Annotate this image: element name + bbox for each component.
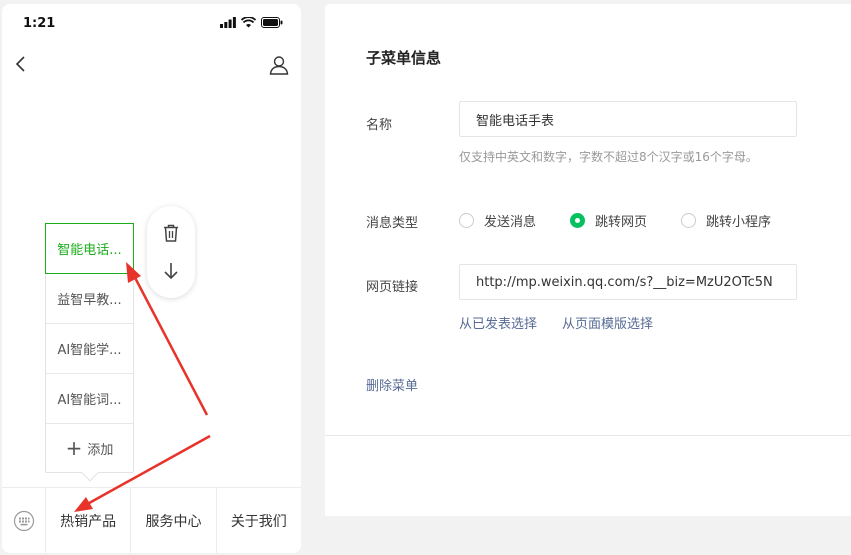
menu-tab-hot-products[interactable]: 热销产品 <box>46 487 132 553</box>
wifi-icon <box>241 17 256 28</box>
name-input-value: 智能电话手表 <box>476 113 555 129</box>
url-label: 网页链接 <box>366 280 419 295</box>
select-from-published-link[interactable]: 从已发表选择 <box>459 313 537 332</box>
menu-tab-about-us[interactable]: 关于我们 <box>217 488 301 554</box>
radio-button[interactable] <box>459 213 474 228</box>
menu-tab-service-center[interactable]: 服务中心 <box>131 487 217 553</box>
submenu-tools <box>147 206 195 298</box>
signal-icon <box>220 17 236 28</box>
select-from-template-link[interactable]: 从页面模版选择 <box>562 313 653 332</box>
status-time: 1:21 <box>23 16 56 31</box>
trash-icon[interactable] <box>160 222 182 244</box>
submenu-editor-panel: 子菜单信息 名称 智能电话手表 仅支持中英文和数字，字数不超过8个汉字或16个字… <box>325 4 851 436</box>
move-down-icon[interactable] <box>160 260 182 282</box>
message-type-label: 消息类型 <box>366 216 419 231</box>
radio-label: 发送消息 <box>484 215 537 230</box>
phone-preview: 1:21 智能电话... 益智早教... AI智能学... AI智能词... +… <box>2 4 301 553</box>
radio-button-checked[interactable] <box>570 213 586 228</box>
bottom-menu-bar: 热销产品 服务中心 关于我们 <box>2 487 301 553</box>
submenu-item[interactable]: 益智早教... <box>46 274 133 324</box>
radio-jump-miniprogram[interactable]: 跳转小程序 <box>681 211 771 230</box>
keyboard-icon[interactable] <box>2 487 46 553</box>
radio-button[interactable] <box>681 213 697 228</box>
delete-menu-link[interactable]: 删除菜单 <box>366 375 418 394</box>
status-icons <box>220 17 283 28</box>
url-input-value: http://mp.weixin.qq.com/s?__biz=MzU2OTc5… <box>476 274 773 290</box>
add-submenu-label: 添加 <box>87 442 114 458</box>
radio-send-message[interactable]: 发送消息 <box>459 211 536 230</box>
submenu-list: 智能电话... 益智早教... AI智能学... AI智能词... + 添加 <box>45 223 134 482</box>
submenu-item[interactable]: AI智能词... <box>46 374 133 424</box>
message-type-radio-group: 发送消息 跳转网页 跳转小程序 <box>459 211 805 230</box>
editor-footer-area <box>325 436 851 516</box>
radio-label: 跳转网页 <box>595 215 648 230</box>
user-icon[interactable] <box>268 54 290 76</box>
editor-title: 子菜单信息 <box>366 49 442 67</box>
submenu-item-active[interactable]: 智能电话... <box>45 223 134 274</box>
submenu-item[interactable]: AI智能学... <box>46 324 133 374</box>
name-input[interactable]: 智能电话手表 <box>459 101 797 137</box>
radio-label: 跳转小程序 <box>706 215 772 230</box>
battery-icon <box>261 17 283 28</box>
name-hint: 仅支持中英文和数字，字数不超过8个汉字或16个字母。 <box>459 150 758 164</box>
name-label: 名称 <box>366 118 393 133</box>
plus-icon: + <box>65 436 83 460</box>
back-icon[interactable] <box>12 52 32 76</box>
radio-jump-webpage[interactable]: 跳转网页 <box>570 211 647 230</box>
status-bar: 1:21 <box>2 4 301 40</box>
url-input[interactable]: http://mp.weixin.qq.com/s?__biz=MzU2OTc5… <box>459 264 797 300</box>
